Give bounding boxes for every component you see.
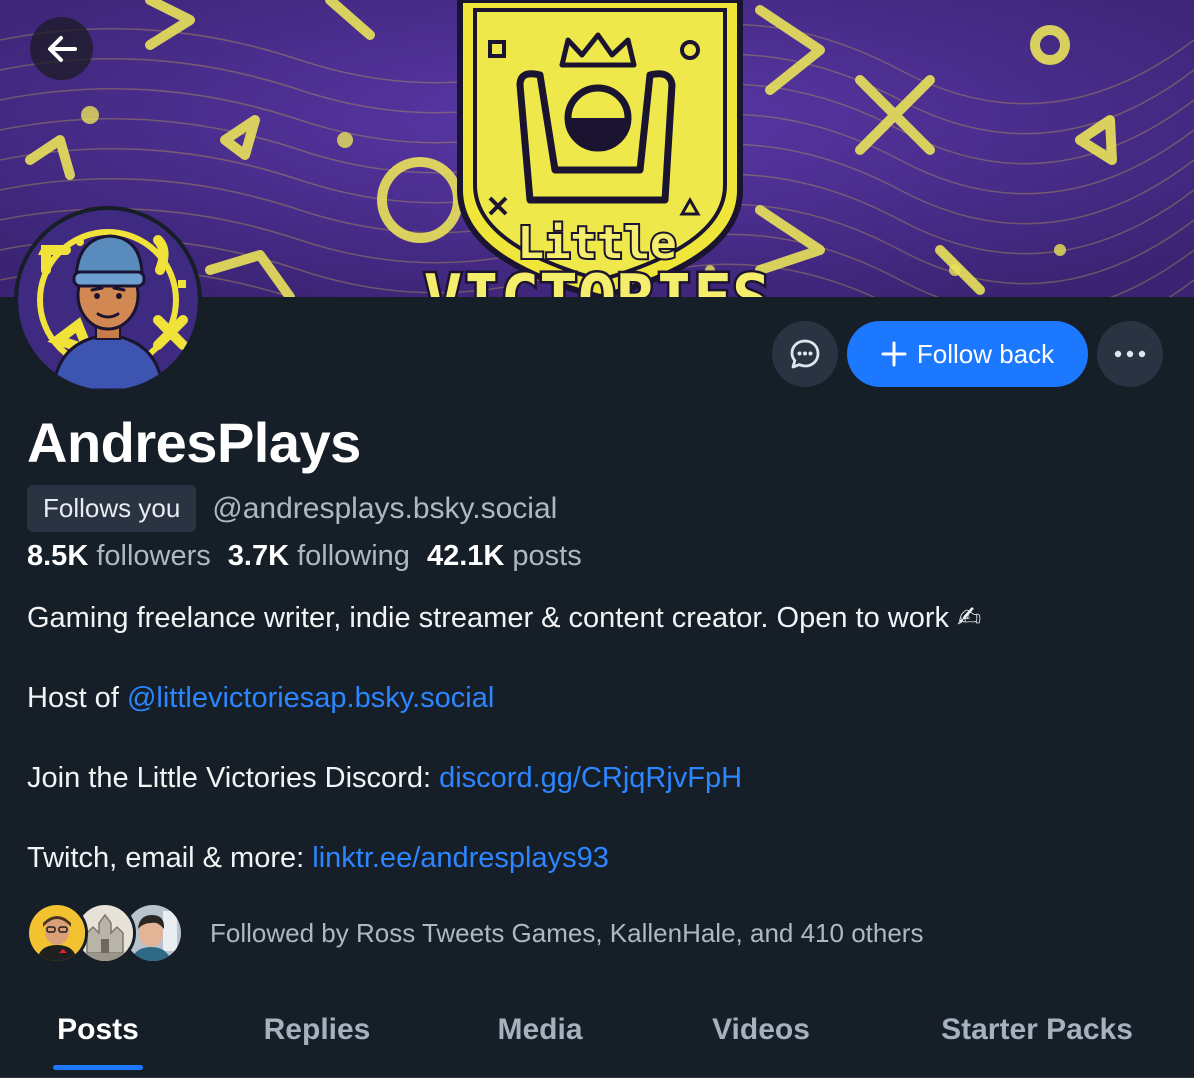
tab-videos[interactable]: Videos — [642, 990, 880, 1070]
tab-media[interactable]: Media — [438, 990, 642, 1070]
more-options-button[interactable] — [1097, 321, 1163, 387]
tab-label: Videos — [712, 1013, 810, 1046]
chat-bubble-icon — [790, 339, 820, 369]
known-followers-avatars — [26, 902, 184, 964]
followers-count: 8.5K — [27, 540, 89, 572]
follow-back-button[interactable]: Follow back — [847, 321, 1088, 387]
following-stat[interactable]: 3.7K following — [228, 540, 410, 573]
arrow-left-icon — [47, 35, 77, 62]
known-follower-avatar — [26, 902, 88, 964]
profile-bio: Gaming freelance writer, indie streamer … — [27, 598, 1167, 878]
plus-icon — [881, 341, 907, 367]
profile-stats: 8.5K followers 3.7K following 42.1K post… — [27, 540, 582, 573]
profile-actions: Follow back — [772, 321, 1163, 387]
following-label: following — [297, 540, 410, 572]
bio-line-3-prefix: Join the Little Victories Discord: — [27, 762, 440, 794]
tab-replies[interactable]: Replies — [196, 990, 438, 1070]
discord-link[interactable]: discord.gg/CRjqRjvFpH — [439, 762, 742, 794]
back-button[interactable] — [30, 17, 93, 80]
handle-row: Follows you @andresplays.bsky.social — [27, 485, 557, 532]
bio-line-3: Join the Little Victories Discord: disco… — [27, 758, 1167, 798]
followed-by[interactable]: Followed by Ross Tweets Games, KallenHal… — [26, 902, 923, 964]
followers-label: followers — [96, 540, 211, 572]
linktree-link[interactable]: linktr.ee/andresplays93 — [312, 842, 609, 874]
bio-line-4: Twitch, email & more: linktr.ee/andrespl… — [27, 838, 1167, 878]
follow-back-label: Follow back — [916, 338, 1055, 369]
tab-label: Starter Packs — [941, 1013, 1133, 1046]
followers-stat[interactable]: 8.5K followers — [27, 540, 211, 573]
tab-starter-packs[interactable]: Starter Packs — [880, 990, 1194, 1070]
bio-line-4-prefix: Twitch, email & more: — [27, 842, 313, 874]
ellipsis-icon — [1114, 350, 1146, 358]
followed-by-text: Followed by Ross Tweets Games, KallenHal… — [210, 917, 924, 948]
posts-stat: 42.1K posts — [427, 540, 582, 573]
bio-line-2: Host of @littlevictoriesap.bsky.social — [27, 678, 1167, 718]
profile-tabs: Posts Replies Media Videos Starter Packs — [0, 990, 1194, 1078]
mention-link[interactable]: @littlevictoriesap.bsky.social — [127, 682, 494, 714]
banner-logo-text-bottom: VICTORIES — [424, 262, 771, 297]
bio-line-2-prefix: Host of — [27, 682, 127, 714]
display-name: AndresPlays — [27, 411, 361, 474]
tab-posts[interactable]: Posts — [0, 990, 196, 1070]
tab-label: Media — [497, 1013, 583, 1046]
profile-handle: @andresplays.bsky.social — [212, 491, 558, 525]
posts-count: 42.1K — [426, 540, 505, 572]
avatar-illustration — [18, 210, 198, 390]
active-tab-indicator — [53, 1065, 143, 1070]
bio-line-1: Gaming freelance writer, indie streamer … — [27, 602, 982, 634]
tab-label: Replies — [263, 1013, 371, 1046]
follows-you-badge: Follows you — [27, 485, 197, 532]
avatar[interactable] — [14, 206, 202, 394]
following-count: 3.7K — [227, 540, 290, 572]
posts-label: posts — [512, 540, 582, 572]
tab-label: Posts — [57, 1013, 139, 1046]
message-button[interactable] — [772, 321, 838, 387]
